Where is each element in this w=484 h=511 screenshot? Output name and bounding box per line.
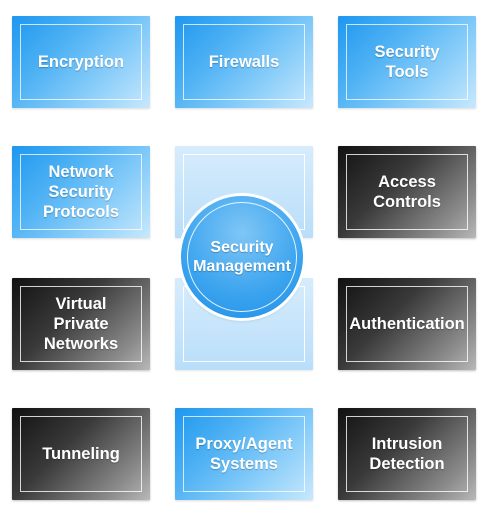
tile-firewalls: Firewalls	[175, 16, 313, 108]
tile-label-tunneling: Tunneling	[42, 445, 120, 463]
tile-virtual-private-networks: Virtual Private Networks	[12, 278, 150, 370]
tile-label-authentication: Authentication	[349, 315, 465, 333]
hub-label: Security Management	[193, 239, 291, 275]
tile-encryption: Encryption	[12, 16, 150, 108]
tile-proxy-agent-systems: Proxy/Agent Systems	[175, 408, 313, 500]
tile-label-access-controls: Access Controls	[373, 173, 441, 211]
tile-authentication: Authentication	[338, 278, 476, 370]
tile-network-security-protocols: Network Security Protocols	[12, 146, 150, 238]
tile-label-proxy-agent-systems: Proxy/Agent Systems	[195, 435, 293, 473]
tile-label-firewalls: Firewalls	[208, 53, 280, 71]
tile-label-virtual-private-networks: Virtual Private Networks	[43, 295, 119, 353]
tile-tunneling: Tunneling	[12, 408, 150, 500]
tile-access-controls: Access Controls	[338, 146, 476, 238]
tile-security-tools: Security Tools	[338, 16, 476, 108]
tile-intrusion-detection: Intrusion Detection	[338, 408, 476, 500]
tile-label-intrusion-detection: Intrusion Detection	[369, 435, 445, 473]
tile-label-encryption: Encryption	[37, 53, 125, 71]
tile-label-network-security-protocols: Network Security Protocols	[42, 163, 120, 221]
security-management-hub: Security Management	[181, 196, 303, 318]
tile-label-security-tools: Security Tools	[374, 43, 440, 81]
